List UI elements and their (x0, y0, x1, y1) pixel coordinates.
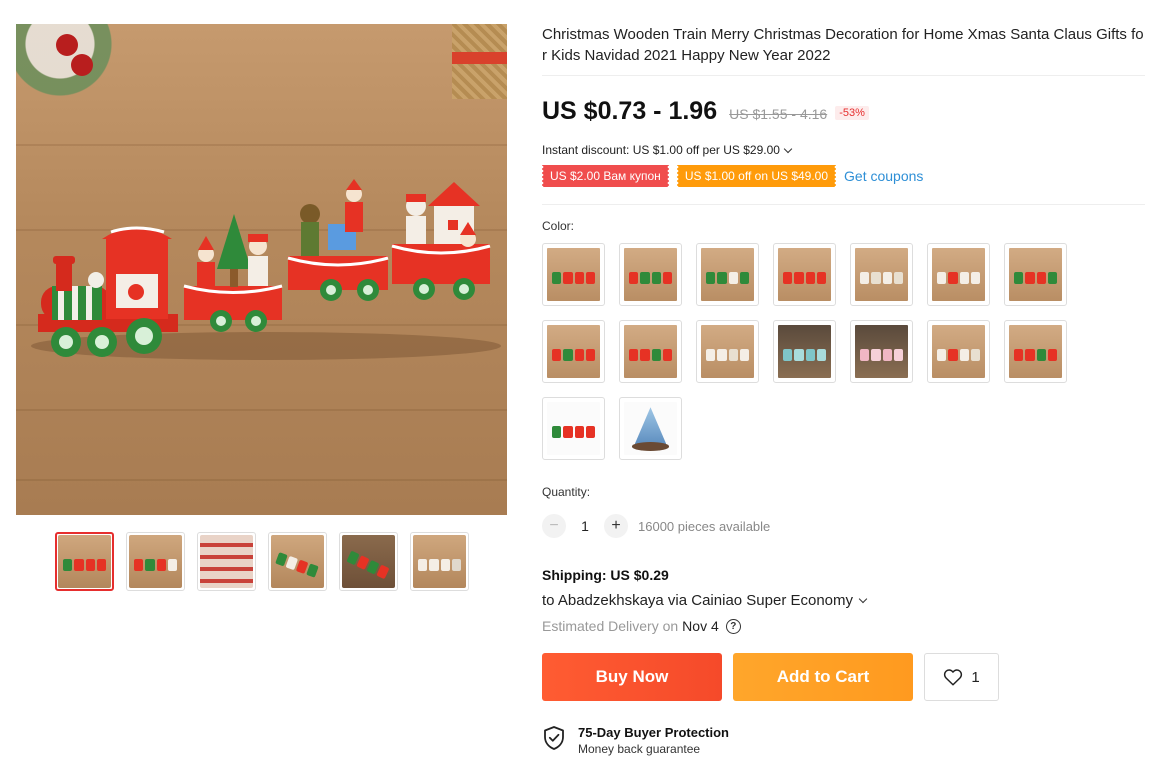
color-swatch[interactable] (542, 243, 605, 306)
gallery-thumbnail[interactable] (339, 532, 398, 591)
color-swatch[interactable] (619, 243, 682, 306)
color-swatch[interactable] (850, 243, 913, 306)
color-swatch[interactable] (696, 320, 759, 383)
quantity-label: Quantity: (542, 485, 591, 499)
wooden-train-illustration (31, 179, 501, 360)
color-swatch[interactable] (927, 320, 990, 383)
price-row: US $0.73 - 1.96 US $1.55 - 4.16 -53% (542, 97, 1145, 126)
eta-date: Nov 4 (682, 618, 719, 634)
shipping-title: Shipping: US $0.29 (542, 567, 669, 583)
thumbnail-strip (55, 532, 469, 591)
protection-title: 75-Day Buyer Protection (578, 725, 729, 740)
quantity-input[interactable]: 1 (566, 518, 604, 534)
divider (542, 204, 1145, 205)
color-swatch[interactable] (773, 320, 836, 383)
current-price: US $0.73 - 1.96 (542, 97, 718, 125)
color-swatch[interactable] (850, 320, 913, 383)
gallery-thumbnail[interactable] (197, 532, 256, 591)
chevron-down-icon (858, 594, 868, 604)
heart-icon (944, 669, 963, 686)
gallery-thumbnail[interactable] (410, 532, 469, 591)
original-price: US $1.55 - 4.16 (729, 106, 828, 122)
buy-now-button[interactable]: Buy Now (542, 653, 722, 701)
divider (542, 75, 1145, 76)
buyer-protection: 75-Day Buyer Protection Money back guara… (542, 725, 1145, 756)
protection-subtitle: Money back guarantee (578, 742, 701, 756)
estimated-delivery: Estimated Delivery on Nov 4 ? (542, 618, 1145, 634)
wishlist-count: 1 (971, 668, 980, 686)
wishlist-button[interactable]: 1 (924, 653, 999, 701)
locomotive (38, 226, 178, 357)
gallery-thumbnail[interactable] (126, 532, 185, 591)
quantity-stepper: − 1 + 16000 pieces available (542, 514, 1145, 538)
tree-ornament (634, 407, 667, 445)
get-coupons-link[interactable]: Get coupons (844, 168, 923, 184)
action-buttons: Buy Now Add to Cart 1 (542, 653, 1145, 701)
train-car-1 (183, 214, 283, 332)
color-swatch[interactable] (619, 320, 682, 383)
color-swatch[interactable] (927, 243, 990, 306)
gallery-thumbnail[interactable] (55, 532, 114, 591)
color-label: Color: (542, 219, 575, 233)
plus-icon[interactable]: + (604, 514, 628, 538)
color-swatch[interactable] (542, 397, 605, 460)
eta-label: Estimated Delivery on (542, 618, 679, 634)
instant-discount-text: Instant discount: US $1.00 off per US $2… (542, 143, 780, 157)
train-car-2 (287, 179, 389, 301)
coupon-row: US $2.00 Вам купон US $1.00 off on US $4… (542, 165, 1145, 187)
train-car-3 (391, 182, 491, 300)
color-swatch[interactable] (696, 243, 759, 306)
add-to-cart-button[interactable]: Add to Cart (733, 653, 913, 701)
minus-icon[interactable]: − (542, 514, 566, 538)
shipping-destination[interactable]: to Abadzekhskaya via Cainiao Super Econo… (542, 592, 1145, 609)
color-swatch[interactable] (1004, 320, 1067, 383)
instant-discount[interactable]: Instant discount: US $1.00 off per US $2… (542, 143, 1145, 157)
color-swatch[interactable] (1004, 243, 1067, 306)
product-details: Christmas Wooden Train Merry Christmas D… (542, 24, 1145, 756)
help-icon[interactable]: ? (725, 618, 741, 634)
product-title: Christmas Wooden Train Merry Christmas D… (542, 26, 1144, 64)
discount-badge: -53% (835, 106, 869, 120)
chevron-down-icon (783, 144, 793, 153)
coupon-badge[interactable]: US $1.00 off on US $49.00 (676, 165, 837, 187)
stock-available: 16000 pieces available (638, 518, 771, 534)
color-swatch[interactable] (542, 320, 605, 383)
gallery-thumbnail[interactable] (268, 532, 327, 591)
color-swatches (542, 243, 1145, 460)
color-swatch[interactable] (773, 243, 836, 306)
color-swatch[interactable] (619, 397, 682, 460)
shield-check-icon (544, 726, 564, 750)
shipping-destination-text: to Abadzekhskaya via Cainiao Super Econo… (542, 592, 854, 609)
coupon-badge[interactable]: US $2.00 Вам купон (542, 165, 669, 187)
main-product-image[interactable] (16, 24, 507, 515)
